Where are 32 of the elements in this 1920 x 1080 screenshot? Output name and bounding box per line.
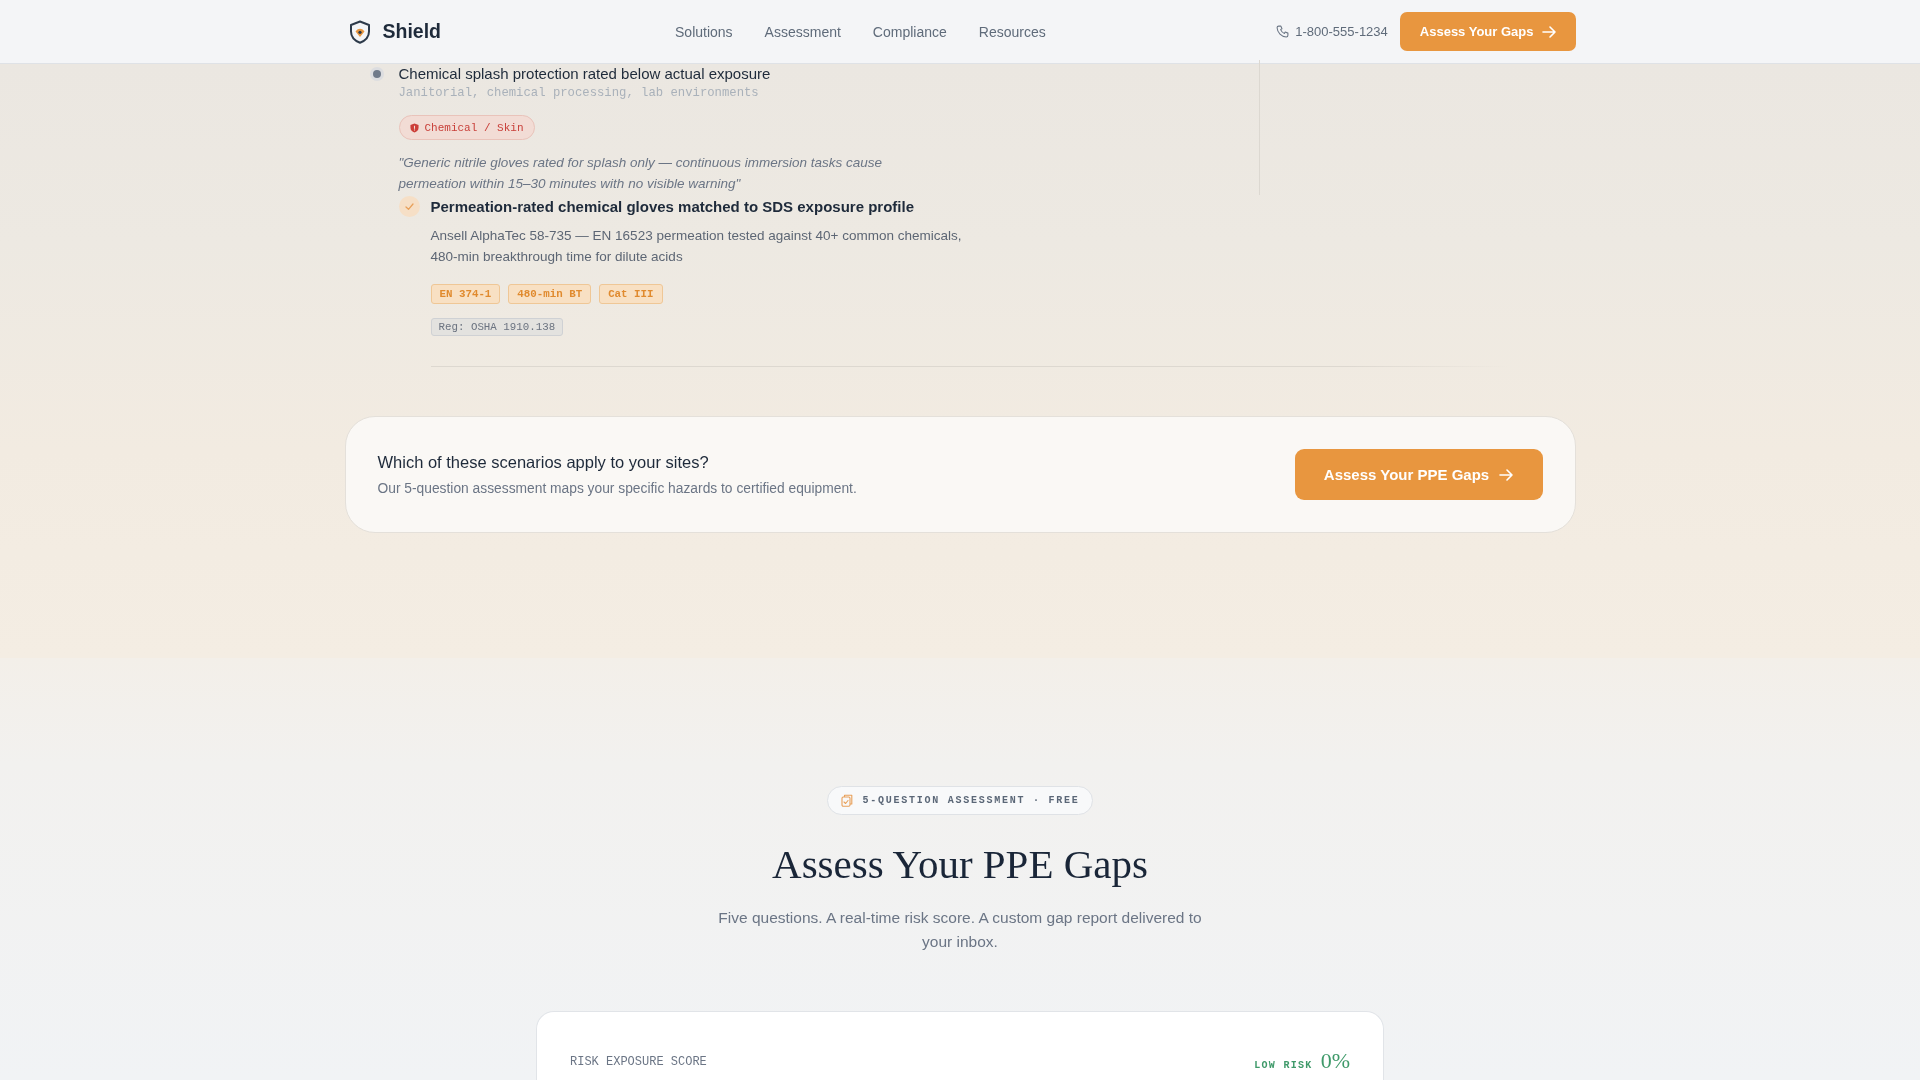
arrow-icon bbox=[1541, 25, 1556, 38]
certification-code: Cat III bbox=[599, 284, 663, 304]
phone-link[interactable]: 1-800-555-1234 bbox=[1276, 24, 1388, 39]
hazard-category-text: Chemical / Skin bbox=[424, 121, 524, 134]
assessment-badge-text: 5-QUESTION ASSESSMENT · FREE bbox=[862, 795, 1080, 806]
cta-text: Our 5-question assessment maps your specific hazards to certified equipment. bbox=[377, 480, 857, 497]
section-subtitle: Five questions. A real-time risk score. A custom gap report delivered to your inbox. bbox=[717, 908, 1203, 952]
risk-level-text: LOW RISK bbox=[1254, 1060, 1313, 1071]
quote-text: "Generic nitrile gloves rated for splash only — continuous immersion tasks cause permeation within 15–30 minutes with no visible warning" bbox=[398, 154, 883, 193]
nav-link[interactable]: Compliance bbox=[872, 23, 947, 40]
score-label: RISK EXPOSURE SCORE bbox=[570, 1054, 707, 1070]
brand-link[interactable]: Shield bbox=[348, 19, 441, 44]
arrow-icon bbox=[1499, 468, 1514, 481]
nav-link[interactable]: Solutions bbox=[675, 23, 733, 40]
cta-title: Which of these scenarios apply to your sites? bbox=[377, 452, 709, 472]
section-heading: Assess Your PPE Gaps bbox=[772, 840, 1148, 889]
scenario-title: Chemical splash protection rated below actual exposure bbox=[398, 65, 771, 83]
regulation-reference: Reg: OSHA 1910.138 bbox=[430, 318, 564, 336]
status-dot-icon bbox=[369, 67, 384, 81]
shield-icon bbox=[409, 122, 419, 133]
clipboard-icon bbox=[841, 794, 854, 807]
nav-link[interactable]: Assessment bbox=[764, 23, 841, 40]
nav-link[interactable]: Resources bbox=[978, 23, 1046, 40]
phone-icon bbox=[1276, 25, 1290, 38]
industries-text: Janitorial, chemical processing, lab environments bbox=[398, 85, 759, 101]
certification-code: EN 374-1 bbox=[430, 284, 501, 304]
certification-code: 480-min BT bbox=[508, 284, 592, 304]
check-icon bbox=[398, 196, 420, 217]
shield-logo-icon bbox=[348, 19, 371, 44]
solution-title: Permeation-rated chemical gloves matched to SDS exposure profile bbox=[430, 196, 914, 217]
score-value: 0% bbox=[1320, 1048, 1350, 1074]
solution-description: Ansell AlphaTec 58-735 — EN 16523 permeation tested against 40+ common chemicals, 480-min breakthrough time for dilute acids bbox=[430, 227, 963, 266]
